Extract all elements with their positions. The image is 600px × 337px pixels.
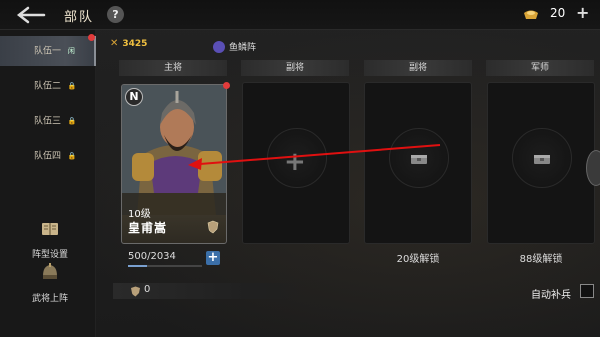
sidebar-tab-label: 队伍一 (34, 46, 62, 57)
currency-value: 20 (550, 6, 566, 20)
shield-icon (131, 286, 140, 297)
grade-badge: N (125, 88, 143, 106)
unlock-requirement: 20级解锁 (396, 254, 440, 265)
add-troops-button[interactable]: + (206, 251, 220, 265)
page-title: 部队 (64, 10, 95, 25)
column-header-main-general: 主将 (119, 60, 227, 76)
bottom-info-bar (113, 283, 308, 299)
helmet-icon (43, 263, 57, 279)
sidebar-tab-team3[interactable]: 队伍三 🔒 (0, 106, 96, 136)
help-button[interactable]: ? (107, 6, 124, 23)
troop-count: 500/2034 (128, 251, 176, 262)
sidebar-tab-label: 队伍四 (34, 151, 62, 162)
idle-badge: 闲 (67, 47, 75, 55)
main-general-card[interactable]: N 10级 皇甫嵩 (121, 84, 227, 244)
auto-replenish-label: 自动补兵 (531, 290, 571, 301)
auto-replenish-checkbox[interactable] (580, 284, 594, 298)
side-expand-handle[interactable] (586, 150, 600, 186)
vice-general-slot-1[interactable]: + (242, 82, 350, 244)
reserve-count: 0 (144, 284, 151, 295)
formation-icon (213, 41, 225, 53)
book-icon (42, 223, 58, 235)
sidebar-tab-team1[interactable]: 队伍一 闲 (0, 36, 96, 66)
power-value: 3425 (122, 39, 148, 49)
add-general-icon: + (284, 147, 306, 177)
formation-settings-button[interactable]: 阵型设置 (20, 218, 80, 260)
lock-icon: 🔒 (67, 117, 77, 125)
sidebar-tab-label: 队伍三 (34, 116, 62, 127)
strategist-slot[interactable] (487, 82, 595, 244)
add-currency-button[interactable]: + (576, 3, 589, 22)
unlock-requirement: 88级解锁 (519, 254, 563, 265)
troop-progress-bar (128, 265, 202, 267)
general-name: 皇甫嵩 (128, 221, 168, 235)
column-header-vice-general-2: 副将 (364, 60, 472, 76)
sidebar-tab-label: 队伍二 (34, 81, 62, 92)
column-header-vice-general-1: 副将 (241, 60, 349, 76)
notification-dot (88, 34, 95, 41)
vice-general-slot-2[interactable] (364, 82, 472, 244)
crossed-swords-icon: ✕ (110, 38, 119, 49)
deploy-general-label: 武将上阵 (31, 294, 68, 304)
deploy-general-button[interactable]: 武将上阵 (20, 262, 80, 304)
formation-name[interactable]: 鱼鳞阵 (229, 40, 256, 53)
chest-lock-icon (534, 155, 550, 164)
chest-lock-icon (411, 155, 427, 164)
troop-progress-fill (128, 265, 147, 267)
back-arrow-icon[interactable] (14, 6, 50, 24)
sidebar-tab-team2[interactable]: 队伍二 🔒 (0, 71, 96, 101)
lock-icon: 🔒 (67, 152, 77, 160)
gold-ingot-icon (524, 10, 538, 19)
top-bar: 部队 ? 20 + (0, 0, 600, 30)
shield-icon (207, 220, 219, 234)
notification-dot (223, 82, 230, 89)
power-stat: ✕ 3425 (110, 38, 147, 54)
column-header-strategist: 军师 (486, 60, 594, 76)
lock-icon: 🔒 (67, 82, 77, 90)
sidebar-tab-team4[interactable]: 队伍四 🔒 (0, 141, 96, 171)
general-level: 10级 (128, 209, 151, 220)
formation-settings-label: 阵型设置 (31, 250, 68, 260)
